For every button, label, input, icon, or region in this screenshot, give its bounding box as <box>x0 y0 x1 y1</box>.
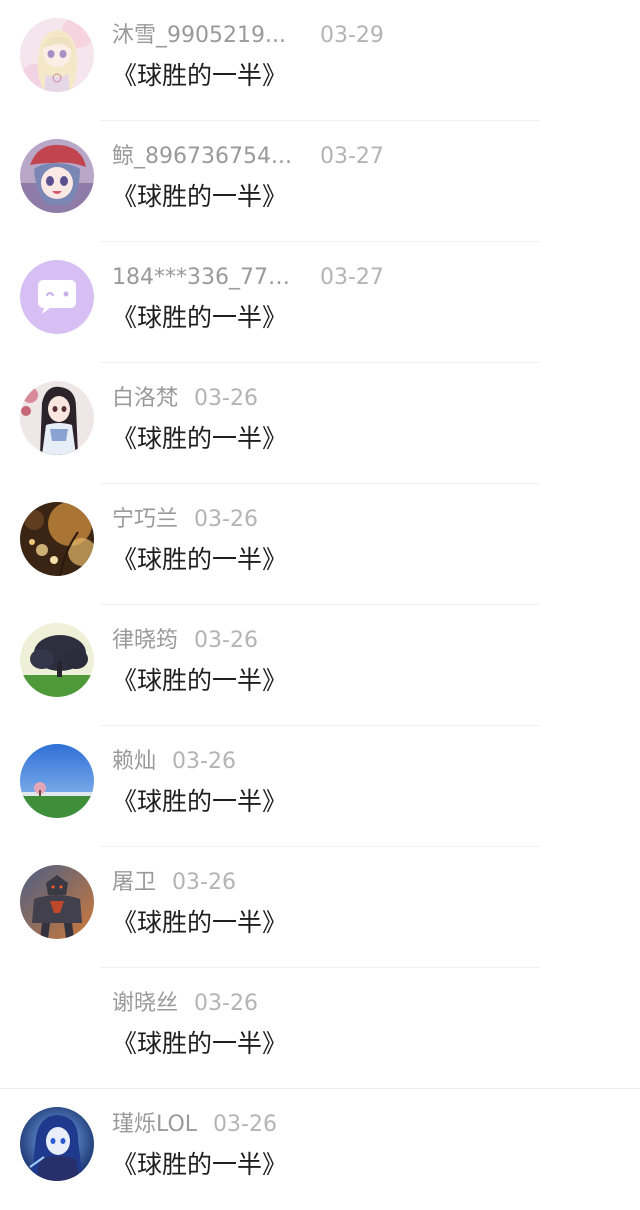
comment-text: 《球胜的一半》 <box>112 1029 288 1058</box>
username[interactable]: 184***336_770... <box>112 262 296 294</box>
avatar[interactable] <box>20 381 94 455</box>
comment-item[interactable]: 赖灿 03-26 《球胜的一半》 <box>0 726 640 847</box>
username[interactable]: 律晓筠 <box>112 625 178 657</box>
comment-meta: 律晓筠 03-26 <box>112 625 258 657</box>
comment-meta: 184***336_770... 03-27 <box>112 262 384 294</box>
comment-date: 03-26 <box>213 1112 277 1137</box>
autumn-bokeh-avatar-icon <box>20 502 94 576</box>
anime-girl-red-cap-avatar-icon <box>20 139 94 213</box>
comment-text: 《球胜的一半》 <box>112 424 288 453</box>
comment-text: 《球胜的一半》 <box>112 1150 288 1179</box>
comment-item[interactable]: 瑾烁LOL 03-26 《球胜的一半》 <box>0 1089 640 1210</box>
avatar[interactable] <box>20 18 94 92</box>
comment-text: 《球胜的一半》 <box>112 61 288 90</box>
anime-girl-pink-avatar-icon <box>20 18 94 92</box>
comment-date: 03-29 <box>320 23 384 48</box>
comment-date: 03-27 <box>320 265 384 290</box>
comment-list: 沐雪_9905219... 03-29 《球胜的一半》 鲸_896736754..… <box>0 0 640 1198</box>
comment-date: 03-26 <box>172 749 236 774</box>
comment-meta: 鲸_896736754... 03-27 <box>112 141 384 173</box>
avatar[interactable] <box>20 1107 94 1181</box>
comment-item[interactable]: 沐雪_9905219... 03-29 《球胜的一半》 <box>0 0 640 121</box>
tree-field-avatar-icon <box>20 623 94 697</box>
avatar[interactable] <box>20 744 94 818</box>
username[interactable]: 赖灿 <box>112 746 156 778</box>
comment-meta: 赖灿 03-26 <box>112 746 236 778</box>
armored-warrior-avatar-icon <box>20 865 94 939</box>
comment-meta: 沐雪_9905219... 03-29 <box>112 20 384 52</box>
avatar[interactable] <box>20 502 94 576</box>
comment-meta: 谢晓丝 03-26 <box>112 988 258 1020</box>
comment-item[interactable]: 律晓筠 03-26 《球胜的一半》 <box>0 605 640 726</box>
comment-date: 03-26 <box>194 386 258 411</box>
username[interactable]: 沐雪_9905219... <box>112 20 296 52</box>
anime-girl-dark-hair-avatar-icon <box>20 381 94 455</box>
username[interactable]: 鲸_896736754... <box>112 141 296 173</box>
comment-item[interactable]: 184***336_770... 03-27 《球胜的一半》 <box>0 242 640 363</box>
comment-item[interactable]: 宁巧兰 03-26 《球胜的一半》 <box>0 484 640 605</box>
comment-text: 《球胜的一半》 <box>112 545 288 574</box>
comment-meta: 瑾烁LOL 03-26 <box>112 1109 277 1141</box>
comment-date: 03-26 <box>194 628 258 653</box>
comment-date: 03-26 <box>194 507 258 532</box>
username[interactable]: 瑾烁LOL <box>112 1109 197 1141</box>
username[interactable]: 白洛梵 <box>112 383 178 415</box>
comment-item[interactable]: 屠卫 03-26 《球胜的一半》 <box>0 847 640 968</box>
comment-text: 《球胜的一半》 <box>112 908 288 937</box>
username[interactable]: 屠卫 <box>112 867 156 899</box>
comment-text: 《球胜的一半》 <box>112 787 288 816</box>
username[interactable]: 谢晓丝 <box>112 988 178 1020</box>
comment-meta: 白洛梵 03-26 <box>112 383 258 415</box>
avatar[interactable] <box>20 865 94 939</box>
comment-meta: 屠卫 03-26 <box>112 867 236 899</box>
comment-text: 《球胜的一半》 <box>112 303 288 332</box>
blue-haired-hero-avatar-icon <box>20 1107 94 1181</box>
avatar[interactable] <box>20 139 94 213</box>
comment-date: 03-26 <box>172 870 236 895</box>
comment-date: 03-26 <box>194 991 258 1016</box>
comment-item[interactable]: 谢晓丝 03-26 《球胜的一半》 <box>0 968 640 1089</box>
comment-item[interactable]: 鲸_896736754... 03-27 《球胜的一半》 <box>0 121 640 242</box>
default-chat-bubble-avatar-icon <box>20 260 94 334</box>
avatar[interactable] <box>20 260 94 334</box>
username[interactable]: 宁巧兰 <box>112 504 178 536</box>
comment-item[interactable]: 白洛梵 03-26 《球胜的一半》 <box>0 363 640 484</box>
blue-sky-landscape-avatar-icon <box>20 744 94 818</box>
comment-meta: 宁巧兰 03-26 <box>112 504 258 536</box>
comment-text: 《球胜的一半》 <box>112 666 288 695</box>
avatar[interactable] <box>20 623 94 697</box>
comment-date: 03-27 <box>320 144 384 169</box>
comment-text: 《球胜的一半》 <box>112 182 288 211</box>
